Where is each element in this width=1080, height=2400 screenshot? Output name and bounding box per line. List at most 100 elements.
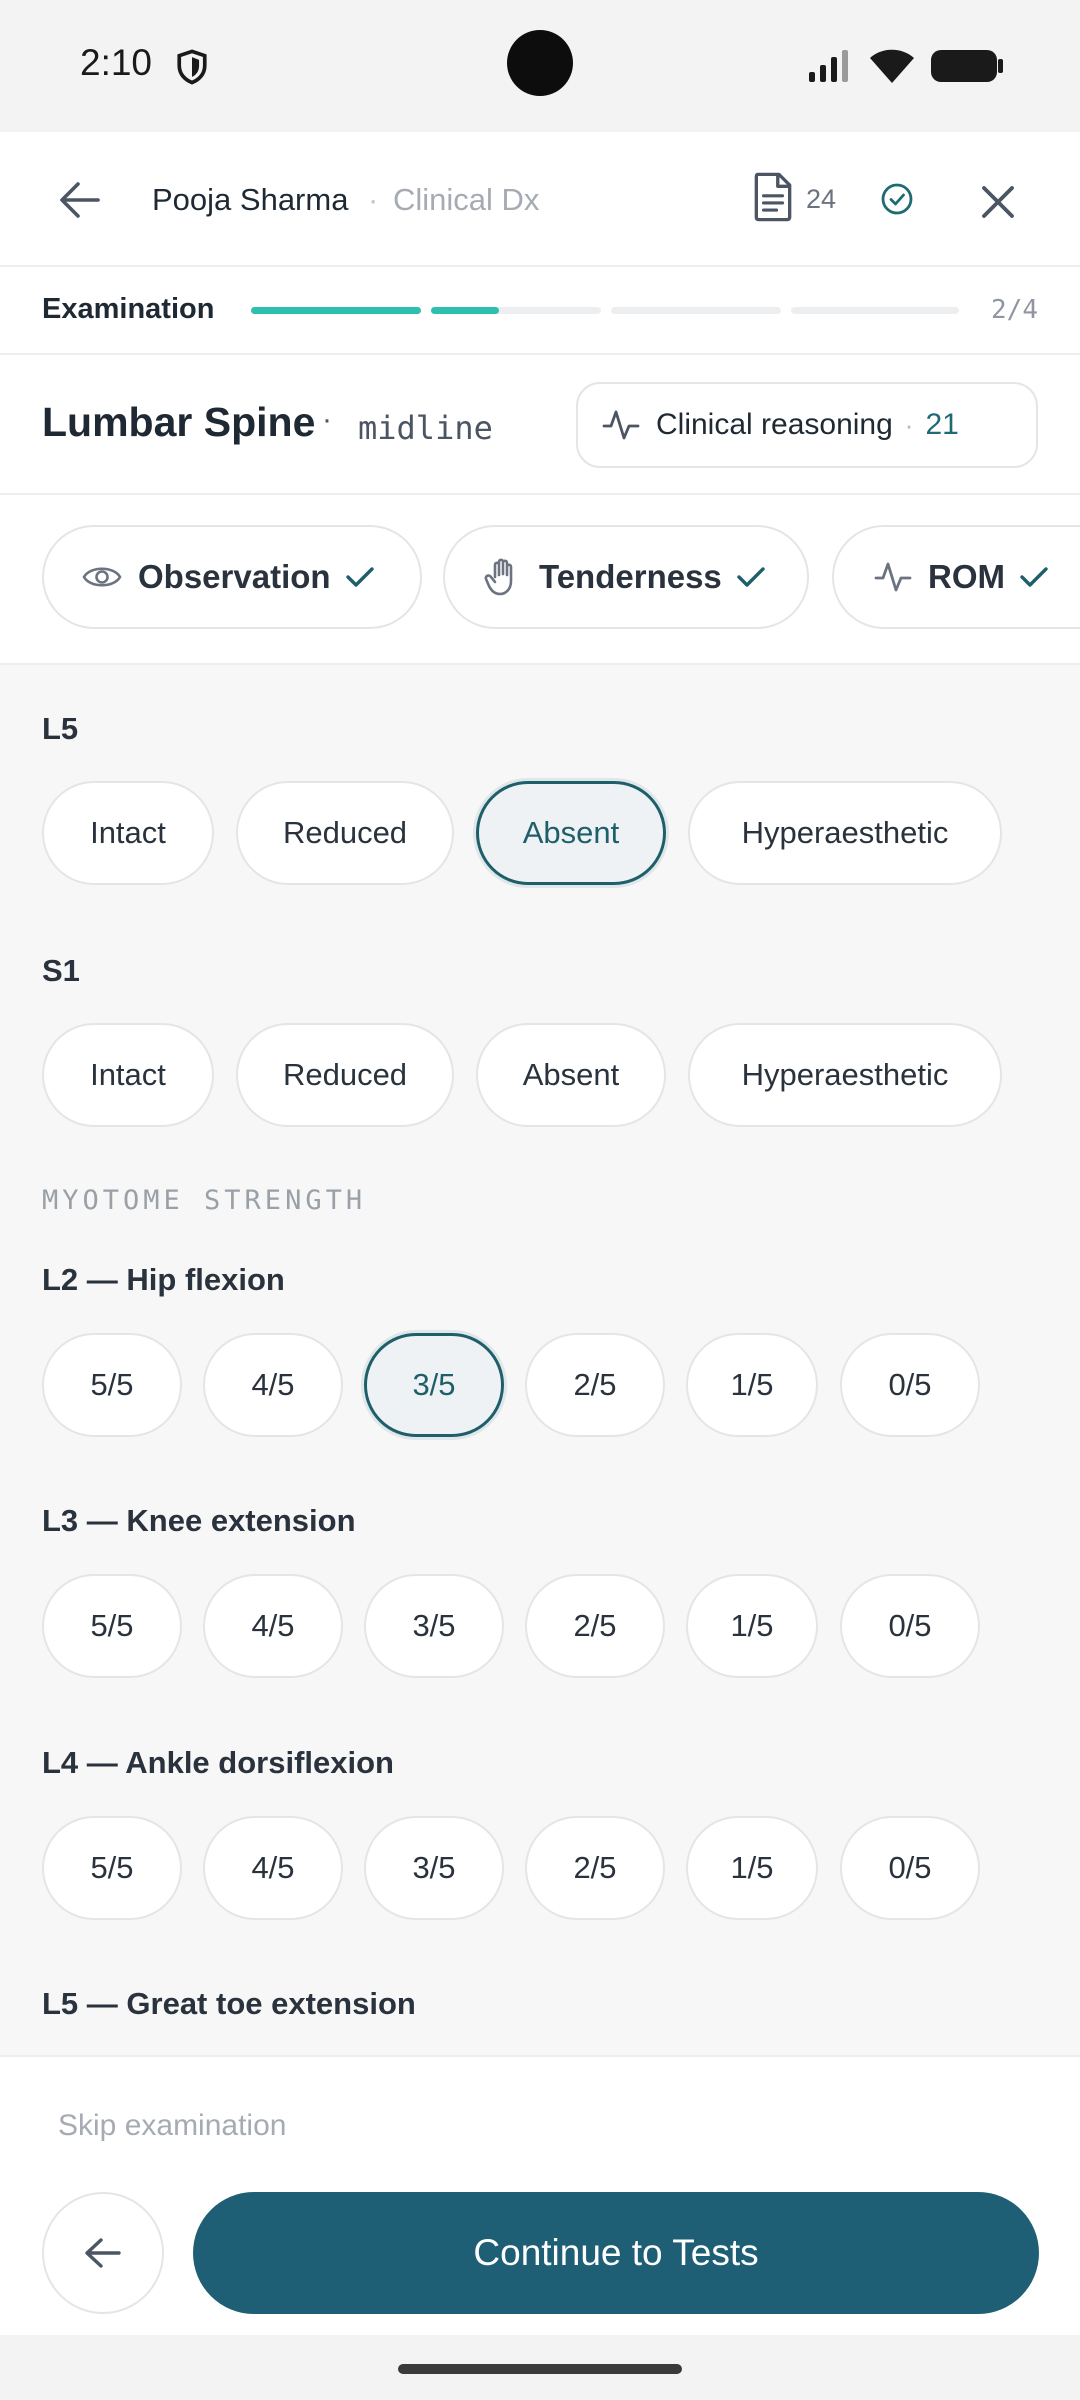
progress-label: Examination [42, 293, 215, 325]
exam-content: L5 Intact Reduced Absent Hyperaesthetic … [0, 665, 1080, 2055]
activity-icon [874, 562, 912, 592]
option-chip[interactable]: 0/5 [840, 1816, 980, 1920]
option-label: 1/5 [730, 1850, 774, 1885]
option-chip[interactable]: 2/5 [525, 1816, 665, 1920]
option-label: 0/5 [888, 1367, 932, 1402]
option-chip[interactable]: 1/5 [686, 1816, 818, 1920]
option-chip[interactable]: Intact [42, 781, 214, 885]
option-chip[interactable]: Hyperaesthetic [688, 781, 1002, 885]
progress-fill [431, 307, 499, 314]
option-label: Absent [522, 1057, 620, 1092]
option-chip[interactable]: 5/5 [42, 1816, 182, 1920]
option-label: Intact [90, 815, 166, 850]
region-separator: · [322, 403, 332, 436]
signal-icon [809, 50, 848, 82]
section-tabs: Observation Tenderness ROM [0, 495, 1080, 665]
dermatome-label: L5 [42, 711, 79, 746]
back-button[interactable] [50, 172, 110, 228]
close-button[interactable] [972, 176, 1024, 228]
status-bar: 2:10 [0, 0, 1080, 132]
option-chip[interactable]: 3/5 [364, 1574, 504, 1678]
header-context: Clinical Dx [393, 182, 540, 217]
option-chip[interactable]: 3/5 [364, 1816, 504, 1920]
reasoning-label: Clinical reasoning [656, 408, 893, 441]
tab-label: ROM [928, 558, 1005, 595]
option-chip[interactable]: 2/5 [525, 1333, 665, 1437]
front-camera [507, 30, 573, 96]
clinical-reasoning-button[interactable]: Clinical reasoning · 21 [576, 382, 1038, 468]
myotome-label: L3 — Knee extension [42, 1503, 356, 1538]
check-circle-icon[interactable] [880, 182, 914, 216]
option-chip[interactable]: 2/5 [525, 1574, 665, 1678]
continue-label: Continue to Tests [473, 2232, 759, 2273]
option-chip[interactable]: Intact [42, 1023, 214, 1127]
option-label: 3/5 [412, 1367, 456, 1402]
tab-label: Observation [138, 558, 331, 595]
progress-fill [251, 307, 421, 314]
option-label: Intact [90, 1057, 166, 1092]
previous-step-button[interactable] [42, 2192, 164, 2314]
tab-observation[interactable]: Observation [42, 525, 422, 629]
option-label: 3/5 [412, 1608, 456, 1643]
tab-tenderness[interactable]: Tenderness [443, 525, 809, 629]
region-title: Lumbar Spine [42, 399, 316, 445]
option-chip[interactable]: 1/5 [686, 1333, 818, 1437]
progress-segment [251, 307, 421, 314]
dermatome-label: S1 [42, 953, 80, 988]
section-caption: MYOTOME STRENGTH [42, 1185, 367, 1216]
document-icon[interactable] [752, 172, 794, 222]
option-label: 2/5 [573, 1367, 617, 1402]
arrow-left-icon [60, 182, 100, 218]
option-chip[interactable]: 1/5 [686, 1574, 818, 1678]
progress-step: 2/4 [991, 295, 1038, 325]
option-chip[interactable]: Absent [476, 781, 666, 885]
option-label: 4/5 [251, 1850, 295, 1885]
check-icon [1020, 567, 1048, 587]
option-label: 1/5 [730, 1608, 774, 1643]
option-label: 5/5 [90, 1608, 134, 1643]
shield-icon [177, 49, 207, 85]
option-chip[interactable]: Absent [476, 1023, 666, 1127]
option-chip[interactable]: 5/5 [42, 1333, 182, 1437]
tab-rom[interactable]: ROM [832, 525, 1080, 629]
myotome-label: L2 — Hip flexion [42, 1262, 285, 1297]
option-chip[interactable]: 4/5 [203, 1333, 343, 1437]
option-label: 2/5 [573, 1608, 617, 1643]
option-label: 4/5 [251, 1608, 295, 1643]
option-label: 5/5 [90, 1850, 134, 1885]
option-label: Reduced [282, 1057, 408, 1092]
hand-icon [484, 558, 513, 596]
check-icon [737, 567, 765, 587]
option-chip[interactable]: Reduced [236, 781, 454, 885]
option-chip[interactable]: Hyperaesthetic [688, 1023, 1002, 1127]
header-separator: · [368, 182, 379, 217]
tab-label: Tenderness [539, 558, 722, 595]
region-subtitle: midline [358, 409, 493, 447]
option-label: Reduced [282, 815, 408, 850]
continue-button[interactable]: Continue to Tests [193, 2192, 1039, 2314]
option-chip[interactable]: 5/5 [42, 1574, 182, 1678]
progress-bar-row: Examination 2/4 [0, 267, 1080, 355]
option-label: 0/5 [888, 1608, 932, 1643]
skip-examination-link[interactable]: Skip examination [58, 2109, 286, 2143]
option-chip[interactable]: 3/5 [364, 1333, 504, 1437]
option-chip[interactable]: 0/5 [840, 1333, 980, 1437]
option-label: Hyperaesthetic [741, 815, 949, 850]
option-chip[interactable]: 0/5 [840, 1574, 980, 1678]
option-chip[interactable]: 4/5 [203, 1574, 343, 1678]
option-label: 0/5 [888, 1850, 932, 1885]
option-chip[interactable]: Reduced [236, 1023, 454, 1127]
option-label: 1/5 [730, 1367, 774, 1402]
footer-actions: Skip examination Continue to Tests [0, 2055, 1080, 2335]
app-header: Pooja Sharma · Clinical Dx 24 [0, 132, 1080, 267]
option-chip[interactable]: 4/5 [203, 1816, 343, 1920]
myotome-label: L4 — Ankle dorsiflexion [42, 1745, 394, 1780]
wifi-icon [870, 49, 914, 83]
check-icon [345, 567, 374, 587]
option-label: 2/5 [573, 1850, 617, 1885]
home-indicator[interactable] [398, 2364, 682, 2374]
arrow-left-icon [85, 2238, 121, 2268]
region-row: Lumbar Spine · midline Clinical reasonin… [0, 355, 1080, 495]
option-label: 4/5 [251, 1367, 295, 1402]
option-label: Hyperaesthetic [741, 1057, 949, 1092]
